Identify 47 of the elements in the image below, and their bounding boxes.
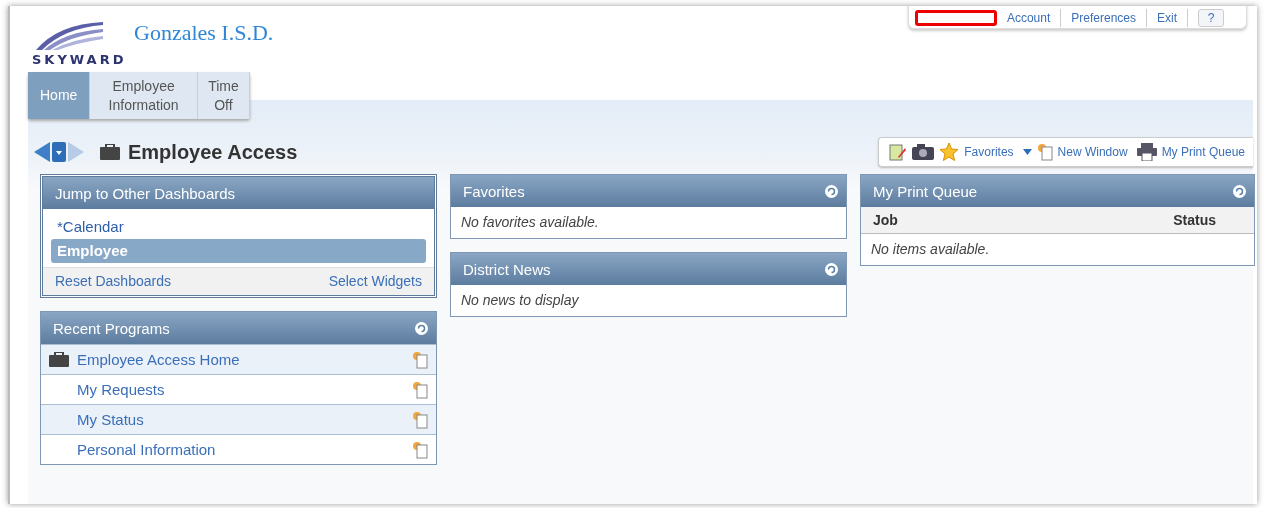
new-window-icon[interactable] bbox=[412, 350, 428, 369]
panel-header: Favorites bbox=[451, 175, 846, 207]
dashboard-item[interactable]: *Calendar bbox=[51, 215, 426, 239]
header-link[interactable]: Preferences bbox=[1071, 6, 1136, 25]
empty-message: No items available. bbox=[870, 240, 991, 259]
column-header: Job bbox=[873, 212, 898, 228]
district-name: Gonzales I.S.D. bbox=[134, 20, 274, 46]
new-window-icon[interactable] bbox=[1036, 143, 1053, 161]
program-row[interactable]: Employee Access Home bbox=[41, 344, 436, 374]
refresh-icon[interactable] bbox=[415, 321, 428, 335]
program-row[interactable]: My Status bbox=[41, 404, 436, 434]
panel-header: District News bbox=[451, 253, 846, 285]
star-icon[interactable] bbox=[939, 142, 960, 162]
briefcase-icon bbox=[49, 352, 69, 367]
column-header: Status bbox=[1173, 212, 1216, 228]
new-window-link[interactable]: New Window bbox=[1057, 145, 1128, 159]
refresh-icon[interactable] bbox=[1233, 184, 1246, 198]
back-arrow-icon[interactable] bbox=[34, 142, 50, 162]
page-title: Employee Access bbox=[128, 140, 298, 164]
print-queue-link[interactable]: My Print Queue bbox=[1161, 145, 1245, 159]
notepad-pencil-icon[interactable] bbox=[889, 143, 908, 161]
refresh-icon[interactable] bbox=[825, 262, 838, 276]
caret-icon[interactable] bbox=[1022, 149, 1032, 155]
panel-header: My Print Queue bbox=[861, 175, 1254, 207]
help-button[interactable]: ? bbox=[1198, 9, 1224, 27]
empty-message: No favorites available. bbox=[460, 213, 600, 232]
header-link[interactable]: Exit bbox=[1157, 6, 1177, 25]
header-link[interactable]: Account bbox=[1006, 6, 1051, 25]
new-window-icon[interactable] bbox=[412, 410, 428, 429]
panel-header: Recent Programs bbox=[41, 312, 436, 344]
new-window-icon[interactable] bbox=[412, 380, 428, 399]
camera-icon[interactable] bbox=[912, 144, 935, 160]
logo-text: SKYWARD bbox=[32, 52, 127, 67]
dropdown-icon[interactable] bbox=[52, 142, 66, 162]
nav-tab[interactable]: Employee Information bbox=[90, 72, 198, 119]
briefcase-icon bbox=[100, 144, 120, 160]
program-row[interactable]: Personal Information bbox=[41, 434, 436, 464]
printer-icon[interactable] bbox=[1136, 143, 1157, 161]
new-window-icon[interactable] bbox=[412, 440, 428, 459]
refresh-icon[interactable] bbox=[825, 184, 838, 198]
favorites-menu[interactable]: Favorites bbox=[964, 145, 1014, 159]
empty-message: No news to display bbox=[460, 291, 580, 310]
reset-dashboards-link[interactable]: Reset Dashboards bbox=[55, 273, 171, 289]
select-widgets-link[interactable]: Select Widgets bbox=[328, 273, 422, 289]
nav-tab[interactable]: Home bbox=[28, 72, 91, 119]
nav-tab[interactable]: Time Off bbox=[197, 72, 250, 119]
panel-header: Jump to Other Dashboards bbox=[43, 177, 434, 209]
